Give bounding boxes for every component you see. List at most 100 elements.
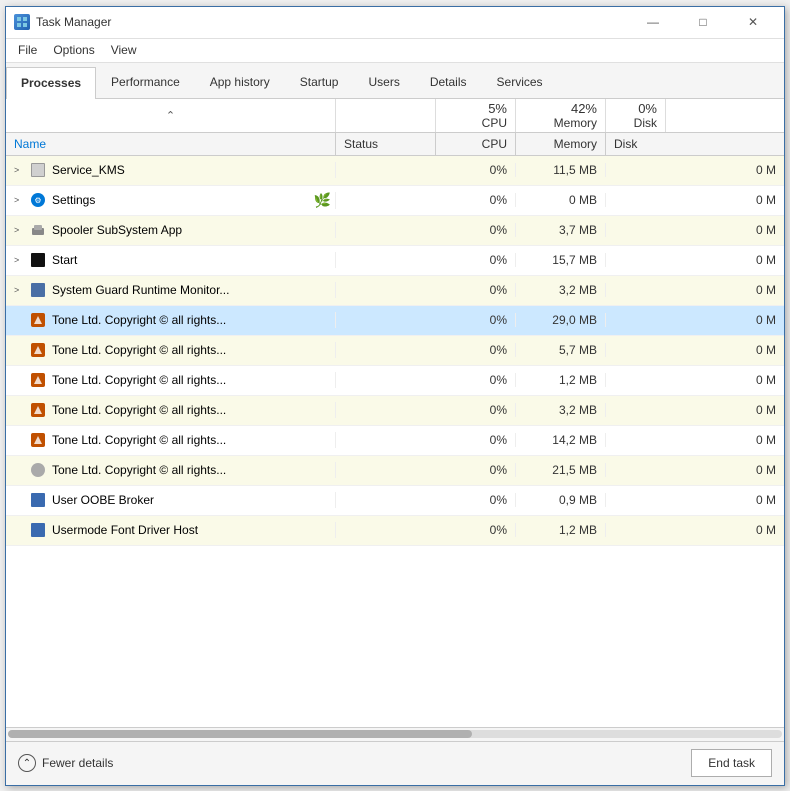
disk-label: Disk — [634, 116, 657, 130]
memory-col-header[interactable]: Memory — [516, 133, 606, 155]
table-row[interactable]: Tone Ltd. Copyright © all rights... 0% 1… — [6, 366, 784, 396]
row-mem-cell: 0,9 MB — [516, 493, 606, 507]
table-row[interactable]: > Start 0% 15,7 MB 0 M — [6, 246, 784, 276]
process-icon-kms — [31, 163, 45, 177]
process-icon-container — [30, 462, 46, 478]
process-icon-container — [30, 312, 46, 328]
disk-col-header[interactable]: Disk — [606, 133, 645, 155]
tab-services[interactable]: Services — [482, 66, 558, 98]
expand-icon[interactable]: > — [14, 165, 28, 175]
row-mem-cell: 1,2 MB — [516, 523, 606, 537]
process-name: Tone Ltd. Copyright © all rights... — [52, 403, 331, 417]
row-cpu-cell: 0% — [436, 523, 516, 537]
expand-icon[interactable]: > — [14, 225, 28, 235]
row-cpu-cell: 0% — [436, 433, 516, 447]
process-icon-container — [30, 282, 46, 298]
process-icon-container — [30, 252, 46, 268]
table-row[interactable]: > ⚙ Settings 🌿 0% 0 MB 0 M — [6, 186, 784, 216]
content-area: ⌃ 5% CPU 42% Memory 0% Disk Name Status — [6, 99, 784, 741]
row-name-cell: > Start — [6, 252, 336, 268]
tab-details[interactable]: Details — [415, 66, 482, 98]
row-disk-cell: 0 M — [606, 223, 784, 237]
table-row[interactable]: > Service_KMS 0% 11,5 MB 0 M — [6, 156, 784, 186]
scroll-thumb[interactable] — [8, 730, 472, 738]
process-name: Spooler SubSystem App — [52, 223, 331, 237]
table-row[interactable]: Tone Ltd. Copyright © all rights... 0% 1… — [6, 426, 784, 456]
row-mem-cell: 29,0 MB — [516, 313, 606, 327]
app-icon — [14, 14, 30, 30]
minimize-button[interactable]: — — [630, 6, 676, 38]
process-icon-spooler — [31, 223, 45, 237]
cpu-col-header[interactable]: CPU — [436, 133, 516, 155]
tab-bar: Processes Performance App history Startu… — [6, 63, 784, 99]
expand-icon[interactable]: > — [14, 285, 28, 295]
expand-icon[interactable]: > — [14, 255, 28, 265]
tab-performance[interactable]: Performance — [96, 66, 195, 98]
row-cpu-cell: 0% — [436, 313, 516, 327]
process-icon-tone — [31, 343, 45, 357]
process-name: Service_KMS — [52, 163, 331, 177]
leaf-icon: 🌿 — [314, 192, 331, 209]
process-name: Tone Ltd. Copyright © all rights... — [52, 433, 331, 447]
process-icon-svc — [31, 283, 45, 297]
tab-users[interactable]: Users — [353, 66, 414, 98]
process-name: Usermode Font Driver Host — [52, 523, 331, 537]
row-name-cell: Tone Ltd. Copyright © all rights... — [6, 432, 336, 448]
mem-label: Memory — [554, 116, 597, 130]
process-icon-tone — [31, 313, 45, 327]
process-icon-start — [31, 253, 45, 267]
process-icon-oobe — [31, 493, 45, 507]
sort-chevron-area: ⌃ — [6, 99, 336, 132]
row-disk-cell: 0 M — [606, 433, 784, 447]
end-task-button[interactable]: End task — [691, 749, 772, 777]
cpu-pct-header: 5% CPU — [436, 99, 516, 132]
row-cpu-cell: 0% — [436, 193, 516, 207]
table-row[interactable]: > System Guard Runtime Monitor... 0% 3,2… — [6, 276, 784, 306]
close-button[interactable]: ✕ — [730, 6, 776, 38]
menu-options[interactable]: Options — [45, 41, 102, 59]
table-row[interactable]: User OOBE Broker 0% 0,9 MB 0 M — [6, 486, 784, 516]
window-controls: — □ ✕ — [630, 7, 776, 38]
scroll-track — [8, 730, 782, 738]
process-icon-container — [30, 492, 46, 508]
expand-icon[interactable]: > — [14, 195, 28, 205]
process-name: Start — [52, 253, 331, 267]
row-mem-cell: 11,5 MB — [516, 163, 606, 177]
tab-processes[interactable]: Processes — [6, 67, 96, 99]
maximize-button[interactable]: □ — [680, 6, 726, 38]
name-col-header[interactable]: Name — [6, 133, 336, 155]
menu-view[interactable]: View — [103, 41, 145, 59]
row-mem-cell: 14,2 MB — [516, 433, 606, 447]
table-row[interactable]: Tone Ltd. Copyright © all rights... 0% 3… — [6, 396, 784, 426]
process-name: Tone Ltd. Copyright © all rights... — [52, 343, 331, 357]
tab-startup[interactable]: Startup — [285, 66, 354, 98]
row-name-cell: Tone Ltd. Copyright © all rights... — [6, 462, 336, 478]
row-cpu-cell: 0% — [436, 163, 516, 177]
row-name-cell: Usermode Font Driver Host — [6, 522, 336, 538]
process-icon-tone — [31, 433, 45, 447]
row-name-cell: Tone Ltd. Copyright © all rights... — [6, 402, 336, 418]
row-name-cell: User OOBE Broker — [6, 492, 336, 508]
table-row[interactable]: Usermode Font Driver Host 0% 1,2 MB 0 M — [6, 516, 784, 546]
table-row[interactable]: Tone Ltd. Copyright © all rights... 0% 2… — [6, 456, 784, 486]
table-row[interactable]: Tone Ltd. Copyright © all rights... 0% 2… — [6, 306, 784, 336]
table-row[interactable]: > Spooler SubSystem App 0% 3,7 MB 0 M — [6, 216, 784, 246]
row-name-cell: > Service_KMS — [6, 162, 336, 178]
horizontal-scrollbar[interactable] — [6, 727, 784, 741]
row-name-cell: Tone Ltd. Copyright © all rights... — [6, 342, 336, 358]
process-icon-container — [30, 402, 46, 418]
row-name-cell: > Spooler SubSystem App — [6, 222, 336, 238]
process-icon-container — [30, 522, 46, 538]
table-row[interactable]: Tone Ltd. Copyright © all rights... 0% 5… — [6, 336, 784, 366]
tab-app-history[interactable]: App history — [195, 66, 285, 98]
fewer-details-icon: ⌃ — [18, 754, 36, 772]
window-title: Task Manager — [36, 15, 630, 29]
status-col-header[interactable]: Status — [336, 133, 436, 155]
row-mem-cell: 1,2 MB — [516, 373, 606, 387]
process-icon-container — [30, 432, 46, 448]
process-icon-container — [30, 342, 46, 358]
menu-file[interactable]: File — [10, 41, 45, 59]
row-disk-cell: 0 M — [606, 463, 784, 477]
row-disk-cell: 0 M — [606, 343, 784, 357]
fewer-details-button[interactable]: ⌃ Fewer details — [18, 754, 113, 772]
